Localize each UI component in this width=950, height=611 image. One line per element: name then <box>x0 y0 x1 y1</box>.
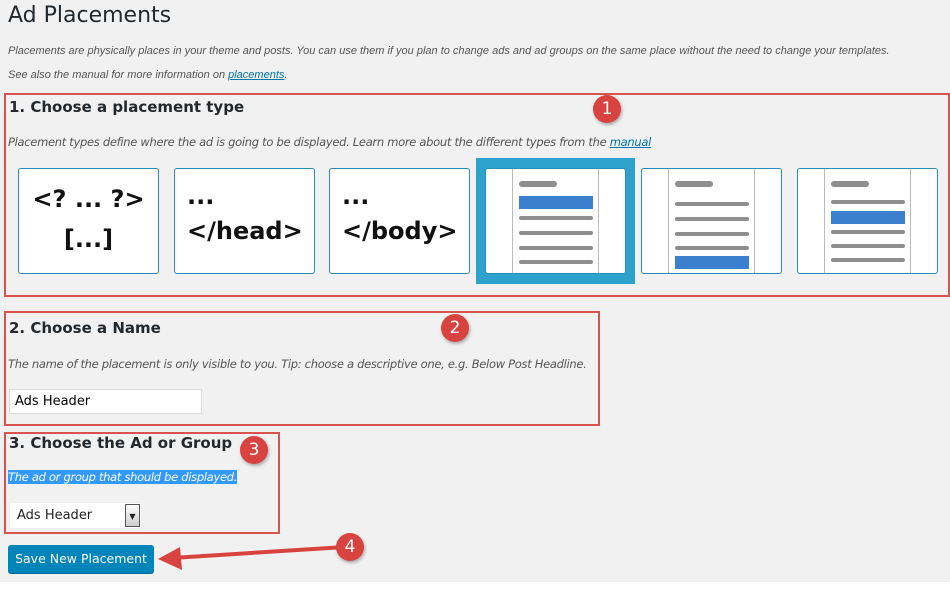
page-description: Placements are physically places in your… <box>8 45 890 57</box>
type-line1: <? ... ?> <box>32 185 145 213</box>
badge-1: 1 <box>593 95 621 123</box>
content-icon <box>824 169 911 273</box>
placement-name-input[interactable] <box>9 389 202 414</box>
step3-description: The ad or group that should be displayed… <box>8 470 238 484</box>
badge-4: 4 <box>336 533 364 561</box>
manual-link[interactable]: manual <box>610 135 652 149</box>
page-intro: Placements are physically places in your… <box>8 39 948 87</box>
placement-type-footer[interactable]: ... </body> <box>329 168 470 274</box>
selected-option: Ads Header <box>17 508 93 523</box>
placement-type-default[interactable]: <? ... ?> [...] <box>18 168 159 274</box>
manual-note-text: See also the manual for more information… <box>8 69 229 81</box>
type-line2: [...] <box>63 225 114 253</box>
arrow-annotation <box>158 545 346 570</box>
save-placement-button[interactable]: Save New Placement <box>8 545 154 573</box>
manual-note: See also the manual for more information… <box>8 63 948 87</box>
ad-group-select[interactable]: Ads Header ▼ <box>9 502 142 529</box>
placement-type-before-content[interactable] <box>485 168 626 274</box>
placement-type-after-content[interactable] <box>641 168 782 274</box>
step1-heading: 1. Choose a placement type <box>9 98 245 116</box>
page-title: Ad Placements <box>8 3 172 28</box>
period: . <box>284 69 288 81</box>
type-line1: ... <box>342 182 370 210</box>
placements-link[interactable]: placements <box>228 69 284 81</box>
step1-description: Placement types define where the ad is g… <box>8 135 651 149</box>
chevron-down-icon[interactable]: ▼ <box>125 504 140 527</box>
before-content-icon <box>512 169 599 273</box>
type-line1: ... <box>187 182 215 210</box>
badge-3: 3 <box>240 436 268 464</box>
placement-type-header[interactable]: ... </head> <box>174 168 315 274</box>
step3-heading: 3. Choose the Ad or Group <box>9 434 233 452</box>
step1-desc-text: Placement types define where the ad is g… <box>8 135 610 149</box>
step2-description: The name of the placement is only visibl… <box>8 357 587 371</box>
type-line2: </body> <box>342 217 458 245</box>
step2-heading: 2. Choose a Name <box>9 319 161 337</box>
after-content-icon <box>668 169 755 273</box>
type-line2: </head> <box>187 217 303 245</box>
badge-2: 2 <box>441 314 469 342</box>
placement-type-content[interactable] <box>797 168 938 274</box>
